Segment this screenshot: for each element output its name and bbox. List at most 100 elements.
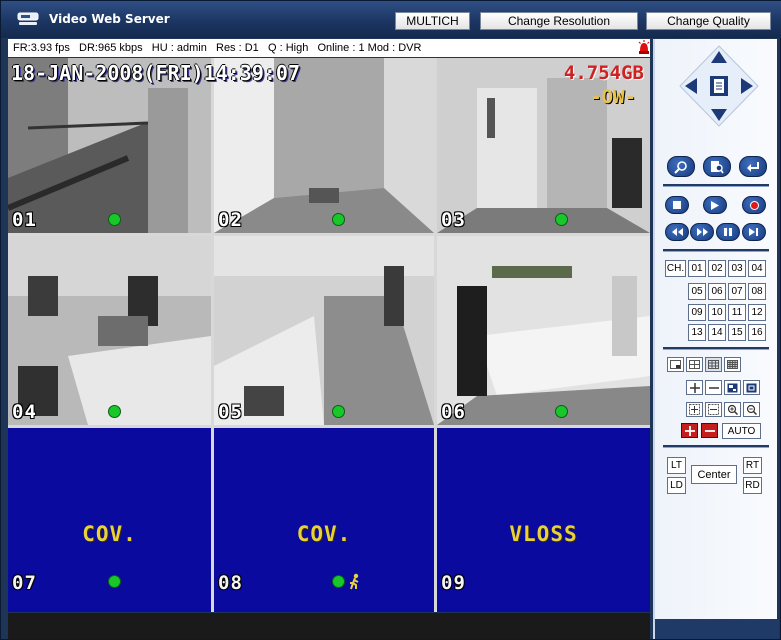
app-title: Video Web Server [49,12,170,26]
playback-search-button[interactable] [703,156,731,177]
cell-number: 05 [218,401,243,423]
focus-near-icon [689,404,700,415]
channel-button-08[interactable]: 08 [748,283,766,300]
auto-button[interactable]: AUTO [722,423,761,439]
camera-cell-04[interactable]: 04 [8,236,211,425]
zoom-in-button[interactable] [686,380,703,395]
iris-open-button[interactable] [681,423,698,438]
host-user: HU : admin [151,42,207,54]
bottom-bar [8,613,650,639]
mode: Mod : DVR [367,42,422,54]
camera-cell-05[interactable]: 05 [214,236,434,425]
channel-button-03[interactable]: 03 [728,260,746,277]
return-arrow-icon [747,161,759,172]
ptz-left-top-button[interactable]: LT [667,457,686,474]
iris-close-button[interactable] [701,423,718,438]
video-web-server-window: Video Web Server MULTICH Change Resoluti… [0,0,781,640]
focus-far-icon [708,404,719,415]
camera-cell-06[interactable]: 06 [437,236,650,425]
fast-forward-button[interactable] [690,223,714,241]
channel-button-13[interactable]: 13 [688,324,706,341]
layout-single-button[interactable] [667,357,684,372]
play-button[interactable] [703,196,727,214]
back-button[interactable] [739,156,767,177]
layout-single-icon [670,360,681,369]
ptz-direction-pad[interactable] [679,45,759,127]
channel-label-button[interactable]: CH. [665,260,686,277]
layout-sixteen-button[interactable] [724,357,741,372]
fast-forward-icon [696,228,708,236]
step-forward-button[interactable] [742,223,766,241]
ptz-right-down-button[interactable]: RD [743,477,762,494]
channel-button-16[interactable]: 16 [748,324,766,341]
pause-button[interactable] [716,223,740,241]
zoom-in-icon [727,404,738,415]
osd-datetime: 18-JAN-2008(FRI)14:39:07 [11,61,300,85]
focus-near-button[interactable] [686,402,703,417]
status-dot [108,575,121,588]
osd-overwrite-mode: -OW- [590,86,636,108]
channel-button-07[interactable]: 07 [728,283,746,300]
picture-in-picture-button[interactable] [724,380,741,395]
search-button[interactable] [667,156,695,177]
divider [663,445,769,448]
channel-button-04[interactable]: 04 [748,260,766,277]
change-resolution-button[interactable]: Change Resolution [480,12,638,30]
channel-button-01[interactable]: 01 [688,260,706,277]
cell-message: VLOSS [509,522,578,546]
layout-quad-button[interactable] [686,357,703,372]
cell-number: 03 [441,209,466,231]
camera-cell-09[interactable]: VLOSS 09 [437,428,650,612]
camera-cell-07[interactable]: COV. 07 [8,428,211,612]
stop-icon [673,201,681,209]
change-quality-button[interactable]: Change Quality [646,12,771,30]
cell-number: 07 [12,572,37,594]
channel-button-06[interactable]: 06 [708,283,726,300]
channel-button-15[interactable]: 15 [728,324,746,341]
camera-cell-03[interactable]: 4.754GB -OW- 03 [437,58,650,233]
status-dot [108,213,121,226]
cell-number: 04 [12,401,37,423]
layout-nine-button[interactable] [705,357,722,372]
camera-feed-03 [437,58,650,233]
focus-far-button[interactable] [705,402,722,417]
status-dot [108,405,121,418]
search-icon [674,160,687,174]
channel-button-12[interactable]: 12 [748,304,766,321]
channel-button-14[interactable]: 14 [708,324,726,341]
digital-zoom-in-button[interactable] [724,402,741,417]
motion-detect-icon [350,573,359,590]
status-dot [332,213,345,226]
channel-button-09[interactable]: 09 [688,304,706,321]
zoom-out-button[interactable] [705,380,722,395]
rewind-button[interactable] [665,223,689,241]
status-bar: FR:3.93 fps DR:965 kbps HU : admin Res :… [8,39,650,57]
play-icon [711,200,719,210]
sequence-icon [746,383,757,392]
cell-message: COV. [82,522,137,546]
channel-button-02[interactable]: 02 [708,260,726,277]
stop-button[interactable] [665,196,689,214]
record-icon [749,200,759,210]
camera-cell-08[interactable]: COV. 08 [214,428,434,612]
ptz-left-down-button[interactable]: LD [667,477,686,494]
record-button[interactable] [742,196,766,214]
divider [663,249,769,252]
cell-number: 09 [441,572,466,594]
layout-quad-icon [689,360,700,369]
digital-zoom-out-button[interactable] [743,402,760,417]
alarm-light-icon [638,40,650,54]
channel-button-11[interactable]: 11 [728,304,746,321]
status-dot [332,575,345,588]
layout-nine-icon [708,360,719,369]
sequence-button[interactable] [743,380,760,395]
camera-feed-06 [437,236,650,425]
zoom-out-icon [746,404,757,415]
quality: Q : High [267,42,309,54]
multich-button[interactable]: MULTICH [395,12,470,30]
channel-button-10[interactable]: 10 [708,304,726,321]
channel-button-05[interactable]: 05 [688,283,706,300]
ptz-center-button[interactable]: Center [691,465,737,484]
ptz-right-top-button[interactable]: RT [743,457,762,474]
status-dot [555,405,568,418]
